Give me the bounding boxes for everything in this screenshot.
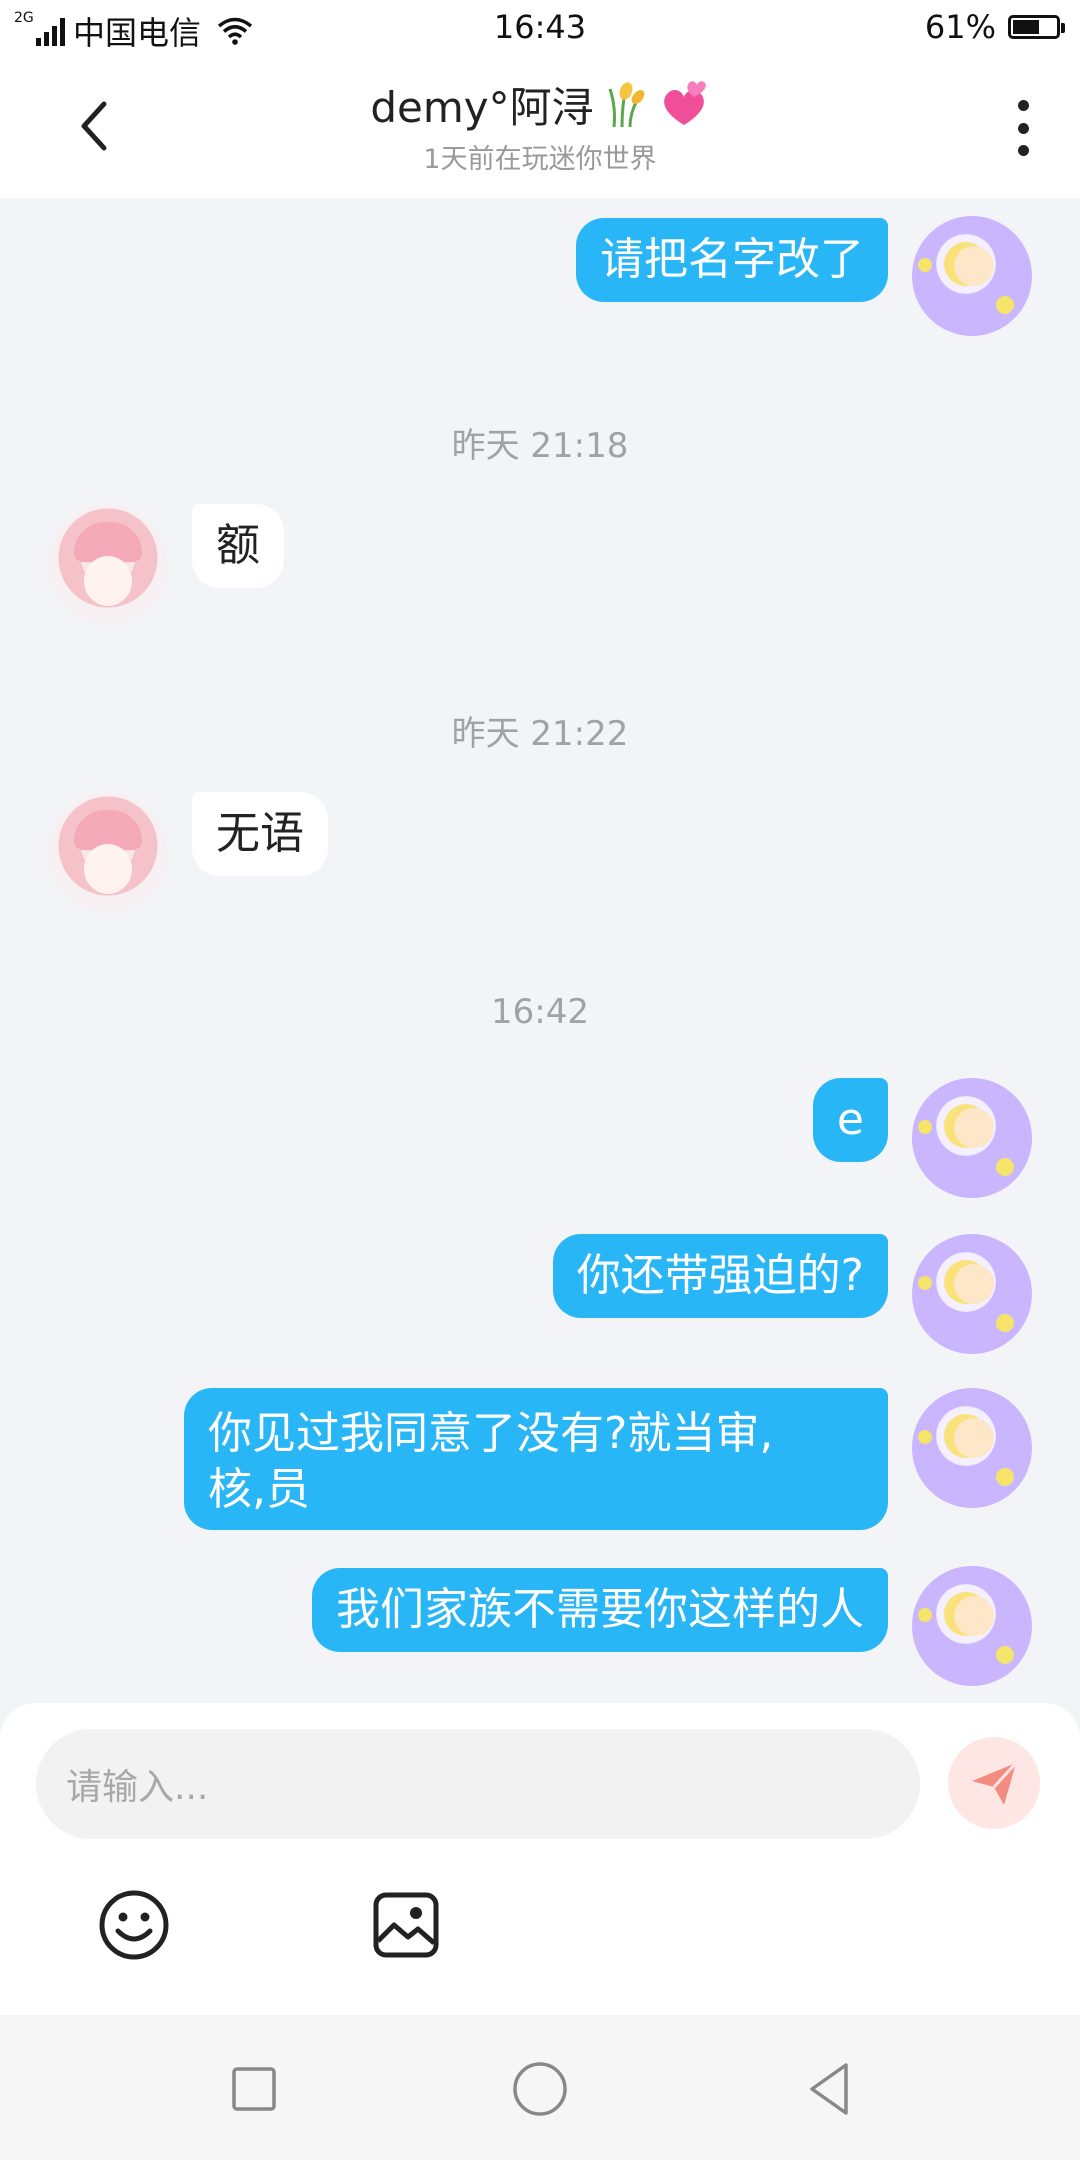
clock: 16:43 [493, 8, 587, 46]
status-right: 61% [924, 8, 1065, 46]
avatar[interactable] [912, 1234, 1032, 1354]
send-button[interactable] [948, 1737, 1040, 1829]
send-icon [972, 1761, 1018, 1805]
message-bubble-sent[interactable]: 你见过我同意了没有?就当审, 核,员 [184, 1388, 888, 1530]
dot-icon [1017, 100, 1029, 111]
image-button[interactable] [372, 1891, 440, 1959]
avatar[interactable] [912, 1078, 1032, 1198]
status-bar: 2G 中国电信 16:43 61% [0, 0, 1080, 56]
contact-status: 1天前在玩迷你世界 [423, 144, 657, 175]
message-bubble-received[interactable]: 额 [192, 504, 284, 588]
timestamp: 昨天 21:22 [451, 714, 629, 754]
input-panel: 请输入... [0, 1703, 1080, 2015]
battery-percent: 61% [924, 8, 996, 46]
two-hearts-icon [663, 80, 706, 125]
recent-apps-button[interactable] [224, 2059, 284, 2119]
timestamp: 16:42 [491, 992, 589, 1032]
timestamp: 昨天 21:18 [451, 426, 629, 466]
title-area: demy°阿浔 1天前在玩迷你世界 [0, 74, 1080, 176]
message-bubble-received[interactable]: 无语 [192, 792, 328, 876]
rice-plant-icon [608, 81, 645, 127]
emoji-button[interactable] [98, 1889, 170, 1961]
chat-header: demy°阿浔 1天前在玩迷你世界 [0, 56, 1080, 198]
system-nav-bar [0, 2015, 1080, 2160]
avatar[interactable] [48, 504, 168, 624]
input-placeholder: 请输入... [66, 1767, 209, 1808]
message-bubble-sent[interactable]: e [812, 1078, 888, 1162]
dot-icon [1017, 122, 1029, 134]
message-input[interactable]: 请输入... [36, 1729, 920, 1839]
battery-level [1013, 20, 1039, 34]
avatar[interactable] [912, 1566, 1032, 1686]
contact-name: demy°阿浔 [370, 83, 594, 132]
dot-icon [1017, 145, 1029, 156]
message-bubble-sent[interactable]: 请把名字改了 [576, 218, 888, 302]
more-options-button[interactable] [1016, 100, 1030, 156]
message-bubble-sent[interactable]: 我们家族不需要你这样的人 [312, 1568, 888, 1652]
message-bubble-sent[interactable]: 你还带强迫的? [552, 1234, 888, 1318]
avatar[interactable] [912, 216, 1032, 336]
back-nav-button[interactable] [800, 2059, 860, 2119]
chat-title: demy°阿浔 [370, 74, 709, 135]
home-button[interactable] [510, 2059, 570, 2119]
avatar[interactable] [48, 792, 168, 912]
avatar[interactable] [912, 1388, 1032, 1508]
battery-icon [1008, 15, 1065, 39]
